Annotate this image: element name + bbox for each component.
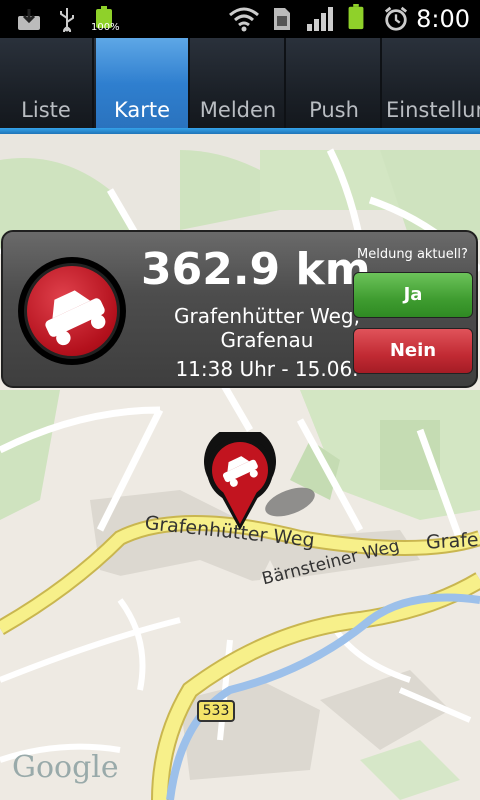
tab-karte[interactable]: Karte <box>96 38 190 130</box>
status-bar: 100% 8:00 <box>0 0 480 38</box>
car-crash-icon <box>45 290 106 346</box>
tab-push[interactable]: Push <box>288 38 382 130</box>
incident-info-panel: 362.9 km Grafenhütter Weg, Grafenau 11:3… <box>1 230 478 388</box>
distance-value: 362.9 km <box>141 244 371 295</box>
accident-pin-marker[interactable] <box>200 432 280 532</box>
clock: 8:00 <box>416 5 470 33</box>
street-label: Grafen <box>425 528 480 554</box>
incident-icon-circle <box>24 263 120 359</box>
download-icon <box>18 9 40 30</box>
tab-label: Melden <box>199 98 277 122</box>
tab-label: Push <box>309 98 359 122</box>
road-number-badge: 533 <box>197 700 235 722</box>
yes-button[interactable]: Ja <box>353 272 473 318</box>
tab-bar: Liste Karte Melden Push Einstellung <box>0 38 480 130</box>
sim-icon <box>274 8 290 30</box>
battery-percent: 100% <box>91 22 120 33</box>
no-button[interactable]: Nein <box>353 328 473 374</box>
tab-liste[interactable]: Liste <box>0 38 94 130</box>
wifi-icon <box>229 7 259 32</box>
tab-melden[interactable]: Melden <box>192 38 286 130</box>
google-logo: Google <box>12 750 119 785</box>
tab-label: Einstellung <box>386 98 480 122</box>
tab-label: Liste <box>21 98 71 122</box>
tab-einstellungen[interactable]: Einstellung <box>384 38 480 130</box>
usb-icon <box>60 8 74 32</box>
signal-icon <box>307 7 333 31</box>
battery-full-icon <box>348 4 364 30</box>
report-current-question: Meldung aktuell? <box>357 247 468 262</box>
incident-icon <box>18 257 126 365</box>
tab-label: Karte <box>113 98 171 122</box>
alarm-icon <box>384 6 408 31</box>
